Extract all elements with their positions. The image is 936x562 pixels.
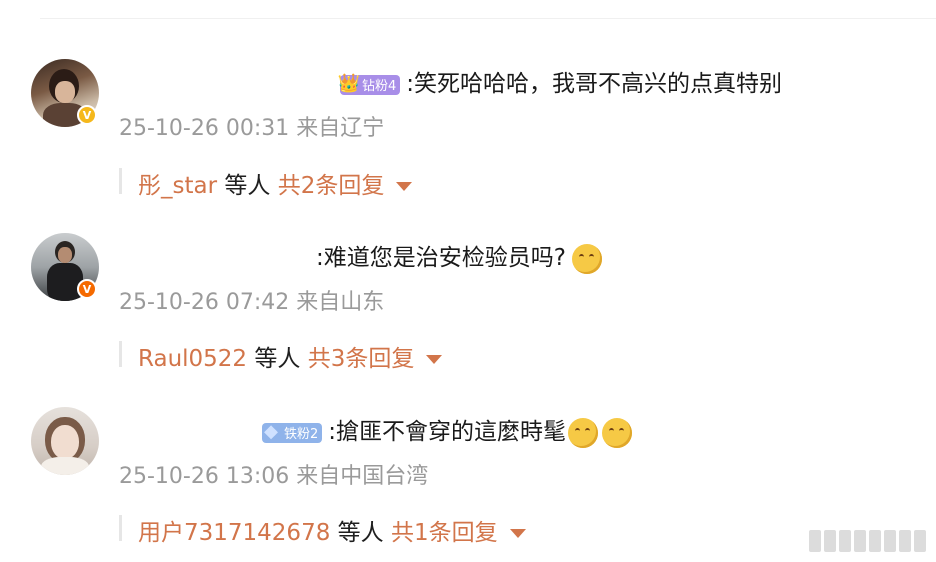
comment-text: :难道您是治安检验员吗?	[316, 245, 566, 271]
reply-user-link[interactable]: Raul0522	[138, 346, 247, 372]
avatar[interactable]: V	[31, 59, 99, 127]
reply-divider	[119, 515, 122, 541]
reply-summary[interactable]: Raul0522 等人 共3条回复	[138, 339, 443, 373]
fan-level-badge[interactable]: ◆ 铁粉2	[262, 421, 323, 443]
reply-divider	[119, 168, 122, 194]
diamond-icon: ◆	[264, 421, 278, 442]
reply-user-link[interactable]: 用户7317142678	[138, 520, 330, 546]
crown-icon: 👑	[337, 73, 361, 94]
reply-summary[interactable]: 用户7317142678 等人 共1条回复	[138, 513, 526, 547]
thinking-emoji-icon	[568, 417, 599, 448]
verified-badge-icon: V	[77, 105, 97, 125]
fan-badge-label: 钻粉4	[362, 79, 397, 94]
fan-level-badge[interactable]: 👑 钻粉4	[338, 73, 401, 95]
avatar[interactable]: V	[31, 233, 99, 301]
chevron-down-icon[interactable]	[509, 529, 526, 538]
comment-meta: 25-10-26 13:06 来自中国台湾	[119, 464, 429, 489]
comment-meta: 25-10-26 00:31 来自辽宁	[119, 116, 385, 141]
comment-text: :搶匪不會穿的這麼時髦	[328, 419, 567, 445]
laugh-cry-emoji-icon	[571, 243, 602, 274]
comment-text: :笑死哈哈哈，我哥不高兴的点真特别	[406, 71, 783, 97]
reply-count-link[interactable]: 共1条回复	[391, 520, 498, 546]
avatar[interactable]	[31, 407, 99, 475]
reply-count-link[interactable]: 共3条回复	[308, 346, 415, 372]
reply-user-link[interactable]: 彤_star	[138, 173, 217, 199]
reply-divider	[119, 341, 122, 367]
reply-mid-text: 等人	[330, 520, 391, 546]
reply-count-link[interactable]: 共2条回复	[278, 173, 385, 199]
reply-summary[interactable]: 彤_star 等人 共2条回复	[138, 166, 413, 200]
chevron-down-icon[interactable]	[396, 182, 413, 191]
top-divider	[40, 18, 936, 19]
chevron-down-icon[interactable]	[426, 355, 443, 364]
thinking-emoji-icon	[602, 417, 633, 448]
watermark	[809, 530, 926, 552]
verified-badge-icon: V	[77, 279, 97, 299]
comment-meta: 25-10-26 07:42 来自山东	[119, 290, 385, 315]
reply-mid-text: 等人	[247, 346, 308, 372]
reply-mid-text: 等人	[217, 173, 278, 199]
fan-badge-label: 铁粉2	[284, 427, 319, 442]
